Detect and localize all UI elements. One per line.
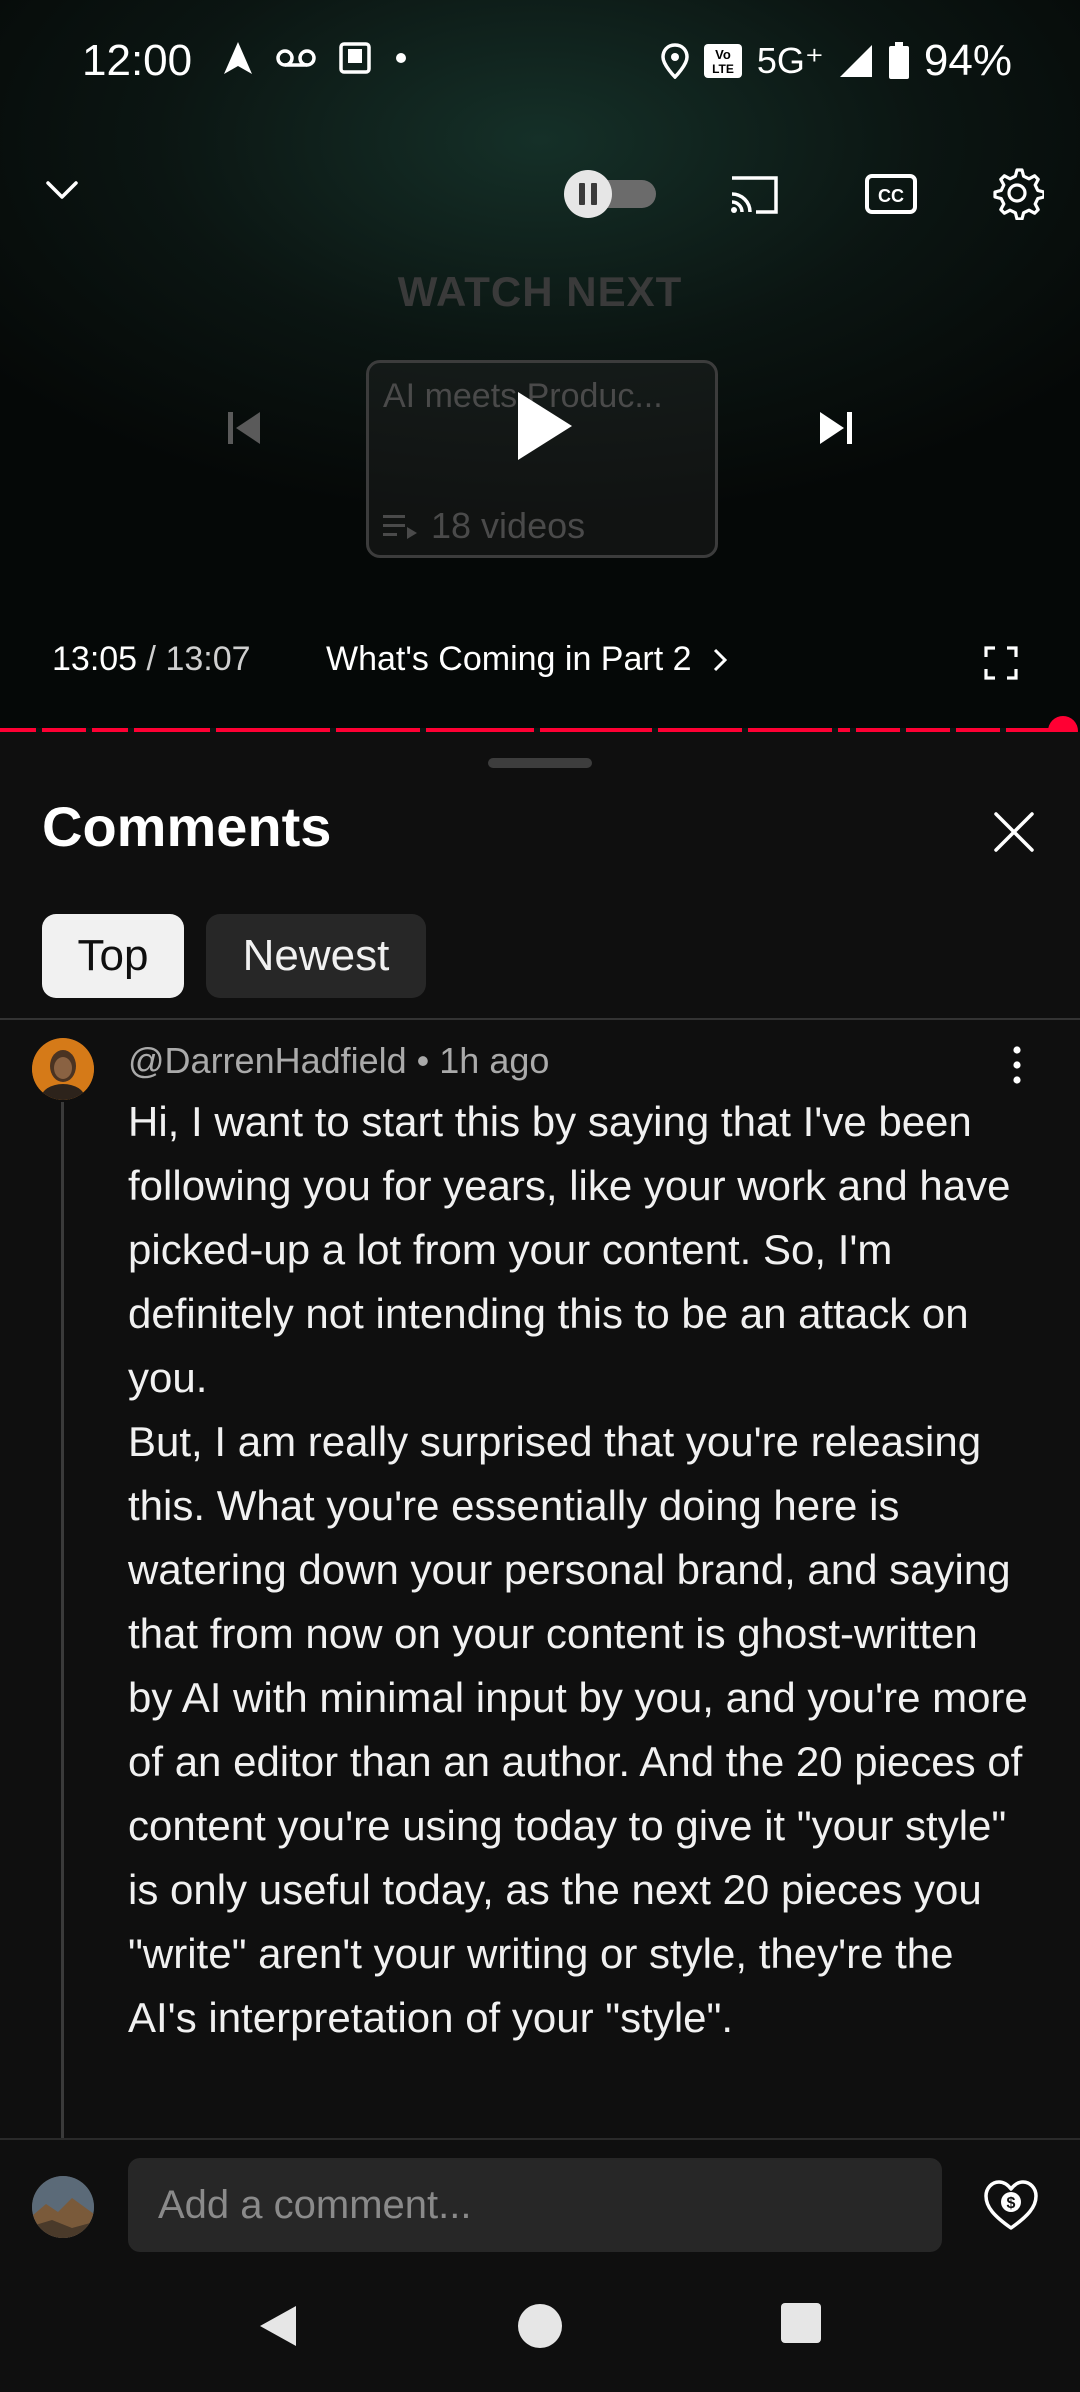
chevron-right-icon <box>713 648 727 671</box>
notification-dot-icon <box>396 53 406 63</box>
drag-handle[interactable] <box>488 758 592 768</box>
time-display: 13:05 / 13:07 <box>52 640 251 679</box>
svg-text:CC: CC <box>878 186 904 206</box>
play-icon[interactable] <box>514 388 576 464</box>
network-type: 5G⁺ <box>756 40 824 81</box>
back-icon[interactable] <box>256 2302 300 2350</box>
current-time: 13:05 <box>52 640 138 678</box>
comment-text: Hi, I want to start this by saying that … <box>128 1098 1028 2041</box>
svg-text:LTE: LTE <box>712 62 734 76</box>
chevron-down-icon[interactable] <box>44 172 80 208</box>
playlist-icon <box>383 515 417 539</box>
battery-icon <box>888 42 909 79</box>
previous-icon[interactable] <box>224 408 264 448</box>
home-icon[interactable] <box>516 2302 564 2350</box>
playlist-count: 18 videos <box>431 505 586 546</box>
svg-text:$: $ <box>1007 2195 1016 2212</box>
pause-icon <box>579 183 585 205</box>
avatar <box>32 2176 94 2238</box>
comments-panel: Comments Top Newest @DarrenHadfield • 1h… <box>0 732 1080 2142</box>
news-icon <box>339 42 371 74</box>
watch-next-label: WATCH NEXT <box>397 268 683 315</box>
signal-icon <box>839 45 872 77</box>
location-icon <box>661 43 689 79</box>
svg-text:Vo: Vo <box>715 47 731 62</box>
recents-icon[interactable] <box>780 2302 822 2344</box>
duration: / 13:07 <box>146 640 251 678</box>
volte-icon: Vo LTE <box>703 44 742 78</box>
comment-composer: $ <box>0 2138 1080 2260</box>
close-icon[interactable] <box>988 806 1040 858</box>
battery-percent: 94% <box>923 36 1012 85</box>
navigation-arrow-icon <box>224 42 252 74</box>
system-nav-bar <box>0 2258 1080 2392</box>
chip-newest[interactable]: Newest <box>206 914 426 998</box>
chapter-title: What's Coming in Part 2 <box>326 640 692 678</box>
closed-captions-icon[interactable]: CC <box>864 170 918 218</box>
comments-title: Comments <box>42 795 332 858</box>
comment-input[interactable] <box>128 2158 942 2252</box>
next-icon[interactable] <box>816 408 856 448</box>
divider <box>0 1018 1080 1020</box>
voicemail-icon <box>276 49 316 67</box>
status-time: 12:00 <box>82 36 193 85</box>
chip-top[interactable]: Top <box>42 914 184 998</box>
cast-icon[interactable] <box>726 170 782 218</box>
user-avatar-photo <box>32 2176 94 2238</box>
fullscreen-icon[interactable] <box>984 646 1018 680</box>
super-thanks-icon[interactable]: $ <box>982 2176 1040 2234</box>
chapter-button[interactable]: What's Coming in Part 2 <box>326 640 728 679</box>
status-bar: 12:00 Vo LTE 5G⁺ 94% <box>0 0 1080 130</box>
autoplay-toggle[interactable] <box>562 168 660 220</box>
gear-icon[interactable] <box>990 166 1044 220</box>
